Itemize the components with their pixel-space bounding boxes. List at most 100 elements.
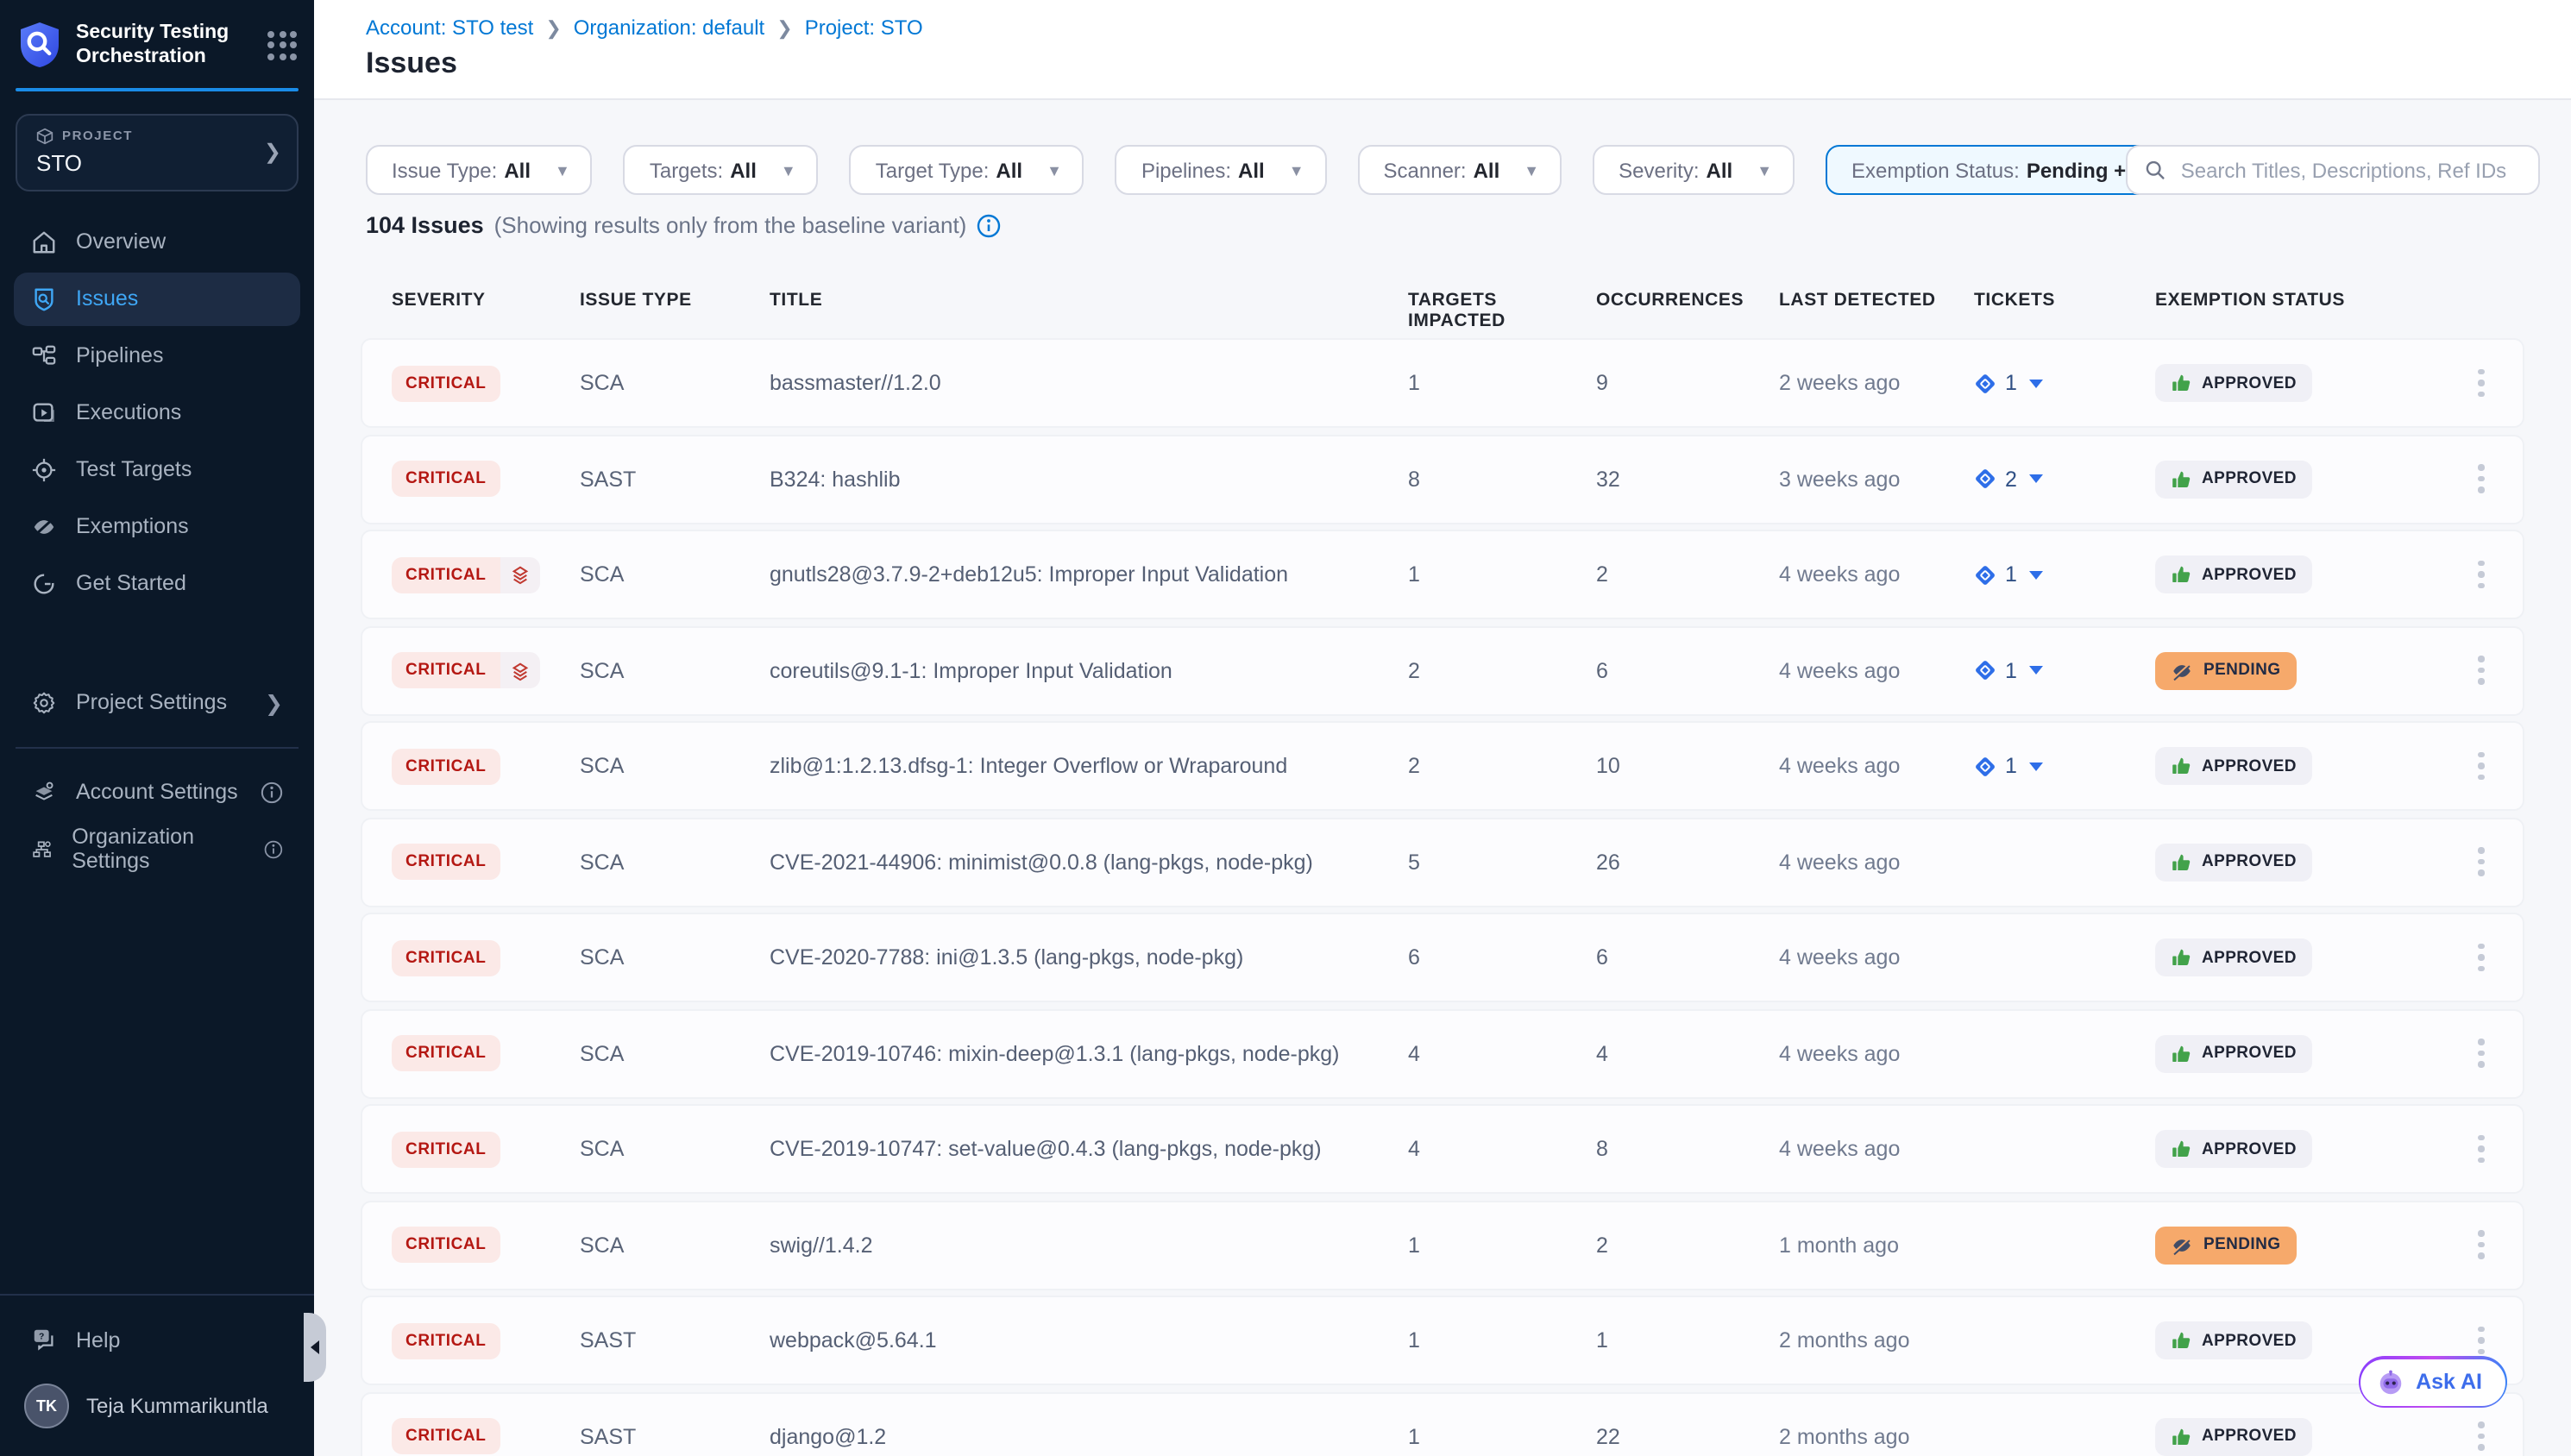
issue-title[interactable]: swig//1.4.2 <box>770 1233 1408 1257</box>
occurrences: 22 <box>1596 1424 1779 1448</box>
filter-bar: Issue Type:All▼ Targets:All▼ Target Type… <box>366 145 2199 195</box>
sidebar-item-overview[interactable]: Overview <box>14 216 300 269</box>
table-row[interactable]: CRITICAL SAST django@1.2 1 22 2 months a… <box>362 1393 2523 1456</box>
exemption-status-label: APPROVED <box>2202 1331 2297 1350</box>
pipelines-icon <box>31 343 57 369</box>
thumbs-up-icon <box>2171 947 2191 968</box>
row-menu-kebab[interactable] <box>2457 561 2505 589</box>
breadcrumb-account[interactable]: Account: STO test <box>366 16 533 40</box>
sidebar-collapse-handle[interactable] <box>304 1313 326 1382</box>
row-menu-kebab[interactable] <box>2457 1422 2505 1451</box>
table-row[interactable]: CRITICAL SCA CVE-2020-7788: ini@1.3.5 (l… <box>362 914 2523 1001</box>
occurrences: 2 <box>1596 1233 1779 1257</box>
issue-title[interactable]: gnutls28@3.7.9-2+deb12u5: Improper Input… <box>770 562 1408 587</box>
severity-badge: CRITICAL <box>392 1322 500 1359</box>
ask-ai-button[interactable]: Ask AI <box>2358 1356 2507 1408</box>
app-title: Security Testing Orchestration <box>76 21 254 71</box>
row-menu-kebab[interactable] <box>2457 1039 2505 1068</box>
chevron-down-icon: ▼ <box>555 161 570 179</box>
issue-title[interactable]: CVE-2019-10746: mixin-deep@1.3.1 (lang-p… <box>770 1041 1408 1065</box>
table-row[interactable]: CRITICAL SAST B324: hashlib 8 32 3 weeks… <box>362 436 2523 522</box>
col-targets-impacted: TARGETS IMPACTED <box>1408 290 1596 331</box>
chevron-down-icon[interactable] <box>2029 666 2043 675</box>
ticket-cell[interactable]: 1 <box>1974 754 2155 778</box>
filter-severity[interactable]: Severity:All▼ <box>1593 145 1795 195</box>
severity-badge: CRITICAL <box>392 748 500 784</box>
sidebar-item-project-settings[interactable]: Project Settings ❯ <box>14 676 300 730</box>
table-row[interactable]: CRITICAL SCA bassmaster//1.2.0 1 9 2 wee… <box>362 340 2523 426</box>
filter-scanner[interactable]: Scanner:All▼ <box>1358 145 1562 195</box>
breadcrumb-organization[interactable]: Organization: default <box>574 16 765 40</box>
row-menu-kebab[interactable] <box>2457 1231 2505 1259</box>
issue-type: SCA <box>580 562 770 587</box>
jira-ticket-icon <box>1974 755 1996 777</box>
issue-title[interactable]: bassmaster//1.2.0 <box>770 371 1408 395</box>
sidebar-item-exemptions[interactable]: Exemptions <box>14 500 300 554</box>
chevron-down-icon[interactable] <box>2029 379 2043 387</box>
issue-title[interactable]: CVE-2019-10747: set-value@0.4.3 (lang-pk… <box>770 1137 1408 1161</box>
issue-title[interactable]: zlib@1:1.2.13.dfsg-1: Integer Overflow o… <box>770 754 1408 778</box>
sidebar-item-pipelines[interactable]: Pipelines <box>14 329 300 383</box>
chevron-down-icon[interactable] <box>2029 474 2043 483</box>
ticket-cell[interactable]: 2 <box>1974 467 2155 491</box>
filter-target-type[interactable]: Target Type:All▼ <box>850 145 1084 195</box>
ticket-count: 1 <box>2005 562 2017 587</box>
ticket-cell[interactable]: 1 <box>1974 562 2155 587</box>
last-detected: 4 weeks ago <box>1779 945 1974 970</box>
sidebar-item-get-started[interactable]: Get Started <box>14 557 300 611</box>
main-content: Account: STO test ❯ Organization: defaul… <box>314 0 2571 1456</box>
sidebar-item-test-targets[interactable]: Test Targets <box>14 443 300 497</box>
app-grid-icon[interactable] <box>267 31 297 60</box>
project-selector[interactable]: PROJECT STO ❯ <box>16 114 299 191</box>
row-menu-kebab[interactable] <box>2457 848 2505 876</box>
last-detected: 3 weeks ago <box>1779 467 1974 491</box>
breadcrumb-project[interactable]: Project: STO <box>805 16 923 40</box>
sidebar-item-executions[interactable]: Executions <box>14 386 300 440</box>
table-row[interactable]: CRITICAL SCA swig//1.4.2 1 2 1 month ago… <box>362 1202 2523 1288</box>
ticket-cell[interactable]: 1 <box>1974 658 2155 682</box>
info-icon[interactable] <box>977 213 1001 237</box>
chevron-down-icon: ▼ <box>1289 161 1304 179</box>
chevron-down-icon[interactable] <box>2029 570 2043 579</box>
row-menu-kebab[interactable] <box>2457 656 2505 685</box>
sidebar-item-issues[interactable]: Issues <box>14 273 300 326</box>
ticket-count: 1 <box>2005 658 2017 682</box>
row-menu-kebab[interactable] <box>2457 1135 2505 1164</box>
search-input[interactable] <box>2178 156 2521 184</box>
targets-impacted: 8 <box>1408 467 1596 491</box>
get-started-icon <box>31 571 57 597</box>
severity-badge: CRITICAL <box>392 844 500 880</box>
user-menu[interactable]: TK Teja Kummarikuntla <box>0 1366 314 1435</box>
issue-title[interactable]: CVE-2021-44906: minimist@0.0.8 (lang-pkg… <box>770 850 1408 874</box>
table-row[interactable]: CRITICAL SCA gnutls28@3.7.9-2+deb12u5: I… <box>362 531 2523 618</box>
table-row[interactable]: CRITICAL SCA CVE-2021-44906: minimist@0.… <box>362 819 2523 905</box>
table-row[interactable]: CRITICAL SCA CVE-2019-10747: set-value@0… <box>362 1106 2523 1192</box>
exemption-status-badge: PENDING <box>2155 1226 2296 1264</box>
sidebar-item-organization-settings[interactable]: Organization Settings <box>14 823 300 876</box>
row-menu-kebab[interactable] <box>2457 1327 2505 1355</box>
table-row[interactable]: CRITICAL SCA CVE-2019-10746: mixin-deep@… <box>362 1010 2523 1096</box>
help-button[interactable]: ? Help <box>0 1313 314 1366</box>
issue-title[interactable]: django@1.2 <box>770 1424 1408 1448</box>
info-icon[interactable] <box>264 838 283 861</box>
filter-pipelines[interactable]: Pipelines:All▼ <box>1116 145 1327 195</box>
occurrences: 26 <box>1596 850 1779 874</box>
sidebar-item-account-settings[interactable]: Account Settings <box>14 766 300 819</box>
row-menu-kebab[interactable] <box>2457 369 2505 398</box>
table-row[interactable]: CRITICAL SCA coreutils@9.1-1: Improper I… <box>362 627 2523 713</box>
issue-title[interactable]: webpack@5.64.1 <box>770 1328 1408 1352</box>
info-icon[interactable] <box>261 781 283 804</box>
filter-issue-type[interactable]: Issue Type:All▼ <box>366 145 593 195</box>
chevron-down-icon[interactable] <box>2029 762 2043 770</box>
filter-targets[interactable]: Targets:All▼ <box>624 145 819 195</box>
row-menu-kebab[interactable] <box>2457 944 2505 972</box>
issue-title[interactable]: coreutils@9.1-1: Improper Input Validati… <box>770 658 1408 682</box>
row-menu-kebab[interactable] <box>2457 752 2505 781</box>
table-row[interactable]: CRITICAL SCA zlib@1:1.2.13.dfsg-1: Integ… <box>362 723 2523 809</box>
table-row[interactable]: CRITICAL SAST webpack@5.64.1 1 1 2 month… <box>362 1297 2523 1384</box>
issue-title[interactable]: B324: hashlib <box>770 467 1408 491</box>
ticket-cell[interactable]: 1 <box>1974 371 2155 395</box>
issue-title[interactable]: CVE-2020-7788: ini@1.3.5 (lang-pkgs, nod… <box>770 945 1408 970</box>
row-menu-kebab[interactable] <box>2457 465 2505 493</box>
user-name: Teja Kummarikuntla <box>86 1394 268 1418</box>
